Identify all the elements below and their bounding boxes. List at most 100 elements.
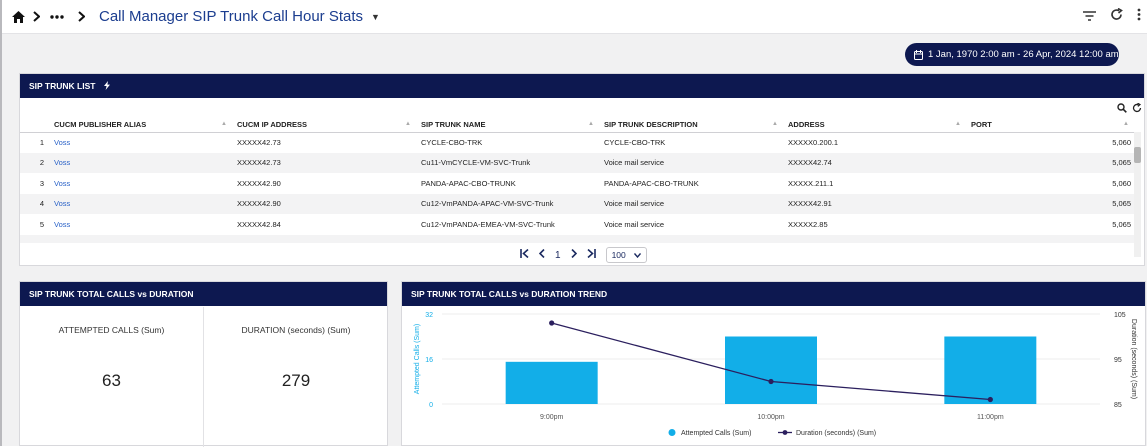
alias-link[interactable]: Voss bbox=[50, 173, 233, 194]
table-row[interactable]: 3 Voss XXXXX42.90 PANDA-APAC-CBO-TRUNK P… bbox=[20, 173, 1135, 194]
date-range-picker[interactable]: 1 Jan, 1970 2:00 am - 26 Apr, 2024 12:00… bbox=[905, 43, 1119, 66]
port-cell: 5,060 bbox=[1112, 178, 1131, 188]
x-tick-label: 11:00pm bbox=[977, 414, 1004, 421]
description-cell: Voice mail service bbox=[604, 219, 665, 229]
bar bbox=[944, 336, 1037, 404]
x-tick-label: 10:00pm bbox=[757, 414, 784, 421]
col-index bbox=[20, 118, 50, 133]
kpi-panel: SIP TRUNK TOTAL CALLS vs DURATION ATTEMP… bbox=[19, 281, 388, 447]
x-tick-label: 9:00pm bbox=[540, 414, 564, 421]
y-axis-label: Attempted Calls (Sum) bbox=[414, 324, 421, 394]
address-cell: XXXXX0.200.1 bbox=[788, 138, 839, 147]
bar bbox=[505, 361, 598, 404]
legend-label: Attempted Calls (Sum) bbox=[681, 430, 751, 437]
sort-icon[interactable]: ▲ bbox=[588, 121, 594, 127]
sort-icon[interactable]: ▲ bbox=[772, 121, 778, 127]
col-label: ADDRESS bbox=[788, 120, 825, 130]
alias-link[interactable]: Voss bbox=[50, 214, 233, 235]
port-cell: 5,065 bbox=[1112, 219, 1131, 229]
port-cell: 5,065 bbox=[967, 193, 1135, 214]
chevron-down-icon bbox=[633, 252, 641, 258]
trend-chart-panel: SIP TRUNK TOTAL CALLS vs DURATION TREND … bbox=[401, 281, 1146, 446]
description-cell: CYCLE-CBO-TRK bbox=[604, 138, 666, 147]
description-cell: PANDA-APAC-CBO-TRUNK bbox=[604, 178, 699, 188]
address-cell: XXXXX.211.1 bbox=[788, 178, 834, 188]
ip-cell: XXXXX42.90 bbox=[233, 193, 417, 214]
panel-title: SIP TRUNK LIST bbox=[29, 81, 96, 91]
col-port[interactable]: PORT ▲ bbox=[967, 118, 1135, 133]
ip-cell: XXXXX42.84 bbox=[237, 219, 281, 229]
y2-tick-label: 85 bbox=[1114, 402, 1122, 409]
sort-icon[interactable]: ▲ bbox=[405, 121, 411, 127]
reload-icon[interactable] bbox=[1132, 100, 1142, 118]
chevron-right-icon bbox=[78, 11, 85, 22]
name-cell: Cu12-VmPANDA-EMEA-VM-SVC-Trunk bbox=[421, 219, 555, 229]
top-bar: Call Manager SIP Trunk Call Hour Stats ▼ bbox=[2, 0, 1147, 34]
y2-tick-label: 105 bbox=[1114, 312, 1126, 319]
refresh-icon[interactable] bbox=[1110, 7, 1123, 26]
last-page-icon[interactable] bbox=[587, 248, 596, 261]
ip-cell: XXXXX42.90 bbox=[237, 178, 281, 188]
name-cell: Cu12-VmPANDA-APAC-VM-SVC-Trunk bbox=[417, 193, 600, 214]
row-number: 4 bbox=[20, 193, 50, 214]
y2-axis-label: Duration (seconds) (Sum) bbox=[1130, 319, 1137, 399]
col-label: CUCM IP ADDRESS bbox=[237, 120, 308, 130]
col-cucm-publisher-alias[interactable]: CUCM PUBLISHER ALIAS ▲ bbox=[50, 118, 233, 133]
col-sip-trunk-name[interactable]: SIP TRUNK NAME ▲ bbox=[417, 118, 600, 133]
col-label: SIP TRUNK NAME bbox=[421, 120, 486, 130]
port-cell: 5,060 bbox=[1112, 138, 1131, 147]
alias-link[interactable]: Voss bbox=[50, 193, 233, 214]
panel-header: SIP TRUNK TOTAL CALLS vs DURATION TREND bbox=[402, 282, 1145, 306]
lightning-icon[interactable] bbox=[104, 80, 111, 92]
table-scrollbar[interactable] bbox=[1134, 132, 1141, 257]
kpi-label: DURATION (seconds) (Sum) bbox=[241, 325, 351, 335]
scrollbar-thumb[interactable] bbox=[1134, 147, 1141, 163]
page-title[interactable]: Call Manager SIP Trunk Call Hour Stats bbox=[99, 8, 363, 25]
filter-icon[interactable] bbox=[1083, 8, 1096, 26]
page-number: 1 bbox=[555, 249, 561, 261]
alias-link[interactable]: Voss bbox=[50, 152, 233, 173]
name-cell: Cu11-VmCYCLE-VM-SVC-Trunk bbox=[417, 152, 600, 173]
col-address[interactable]: ADDRESS ▲ bbox=[784, 118, 967, 133]
legend-marker-point bbox=[782, 430, 788, 435]
kebab-menu-icon[interactable] bbox=[1137, 8, 1141, 26]
ellipsis-icon[interactable] bbox=[50, 14, 64, 19]
panel-title: SIP TRUNK TOTAL CALLS vs DURATION bbox=[29, 289, 194, 299]
kpi-value: 63 bbox=[102, 371, 121, 390]
duration-kpi: DURATION (seconds) (Sum) 279 bbox=[204, 307, 388, 447]
prev-page-icon[interactable] bbox=[538, 248, 545, 261]
kpi-label: ATTEMPTED CALLS (Sum) bbox=[58, 325, 165, 335]
table-row[interactable]: 1 Voss XXXXX42.73 CYCLE-CBO-TRK CYCLE-CB… bbox=[20, 132, 1135, 153]
kpi-value: 279 bbox=[281, 371, 311, 390]
first-page-icon[interactable] bbox=[520, 248, 529, 261]
search-icon[interactable] bbox=[1117, 100, 1127, 118]
panel-title: SIP TRUNK TOTAL CALLS vs DURATION TREND bbox=[411, 289, 608, 299]
sort-icon[interactable]: ▲ bbox=[221, 121, 227, 127]
col-sip-trunk-description[interactable]: SIP TRUNK DESCRIPTION ▲ bbox=[600, 118, 784, 133]
legend-marker-bars bbox=[668, 429, 676, 436]
table-row[interactable]: 4 Voss XXXXX42.90 Cu12-VmPANDA-APAC-VM-S… bbox=[20, 193, 1135, 214]
y-tick-label: 16 bbox=[425, 357, 433, 364]
sort-icon[interactable]: ▲ bbox=[955, 121, 961, 127]
alias-link[interactable]: Voss bbox=[50, 132, 233, 153]
col-cucm-ip-address[interactable]: CUCM IP ADDRESS ▲ bbox=[233, 118, 417, 133]
chevron-down-icon[interactable]: ▼ bbox=[371, 12, 380, 22]
table-row[interactable]: 5 Voss XXXXX42.84 Cu12-VmPANDA-EMEA-VM-S… bbox=[20, 214, 1135, 235]
table-header-row: CUCM PUBLISHER ALIAS ▲ CUCM IP ADDRESS ▲ S… bbox=[20, 118, 1135, 133]
chevron-right-icon bbox=[33, 11, 40, 22]
duration-point bbox=[987, 396, 993, 403]
ip-cell: XXXXX42.73 bbox=[233, 152, 417, 173]
app-frame: Call Manager SIP Trunk Call Hour Stats ▼… bbox=[0, 0, 1147, 447]
address-cell: XXXXX2.85 bbox=[788, 219, 828, 229]
next-page-icon[interactable] bbox=[570, 248, 577, 261]
date-range-label: 1 Jan, 1970 2:00 am - 26 Apr, 2024 12:00… bbox=[928, 49, 1119, 60]
col-label: PORT bbox=[971, 120, 992, 130]
sort-icon[interactable]: ▲ bbox=[1123, 121, 1129, 127]
sip-trunk-table: CUCM PUBLISHER ALIAS ▲ CUCM IP ADDRESS ▲ S… bbox=[20, 118, 1135, 243]
row-number: 3 bbox=[39, 178, 44, 188]
col-label: CUCM PUBLISHER ALIAS bbox=[54, 120, 147, 130]
page-size-select[interactable]: 100 bbox=[605, 247, 647, 263]
home-icon[interactable] bbox=[12, 10, 25, 23]
table-row[interactable]: 2 Voss XXXXX42.73 Cu11-VmCYCLE-VM-SVC-Tr… bbox=[20, 152, 1135, 173]
table-tools bbox=[1117, 100, 1142, 118]
